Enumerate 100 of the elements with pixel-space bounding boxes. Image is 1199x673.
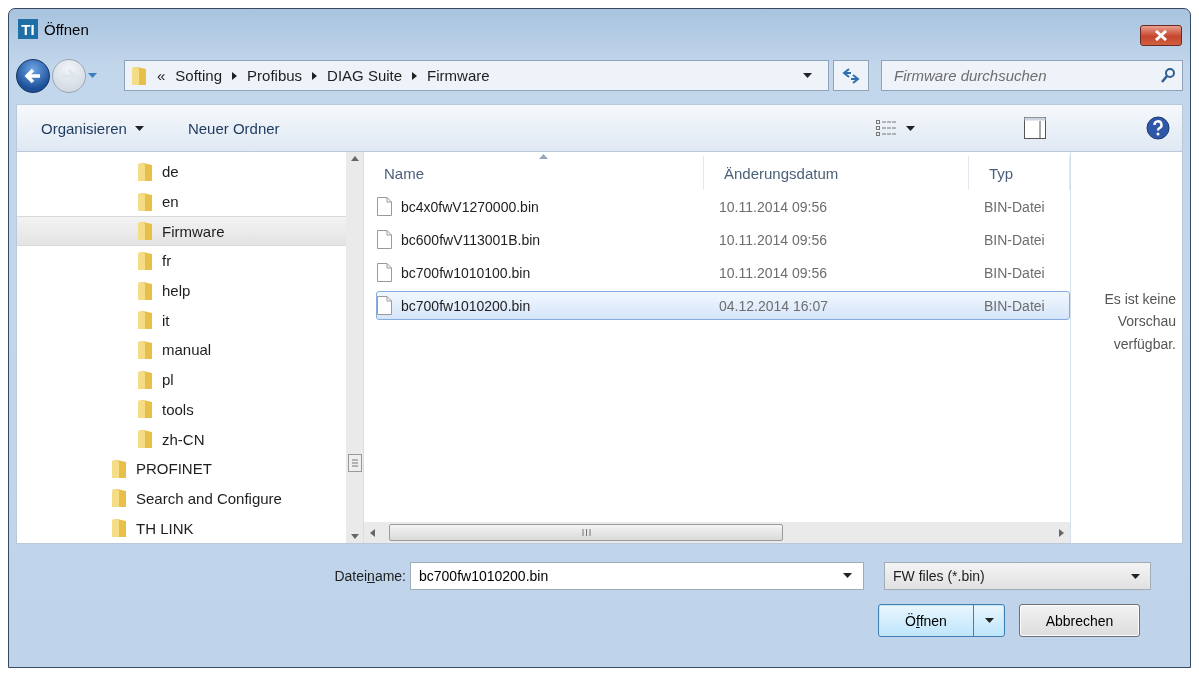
file-type: BIN-Datei [984, 231, 1046, 248]
file-type: BIN-Datei [984, 198, 1046, 215]
file-date: 10.11.2014 09:56 [719, 231, 828, 248]
folder-name: en [162, 193, 179, 211]
folder-name: de [162, 163, 179, 181]
folder-icon [111, 458, 127, 479]
scroll-thumb[interactable] [389, 524, 783, 541]
scroll-left-icon[interactable] [370, 528, 375, 537]
separator-arrow-icon [312, 71, 318, 80]
scroll-right-icon[interactable] [1059, 528, 1064, 537]
folder-icon [137, 191, 153, 212]
caret-icon [134, 125, 144, 131]
column-header[interactable]: Name [364, 156, 704, 190]
file-type-dropdown[interactable]: FW files (*.bin) [884, 562, 1151, 590]
folder-name: zh-CN [162, 430, 205, 448]
folder-name: help [162, 282, 191, 300]
folder-name: Firmware [162, 222, 225, 240]
back-arrow-icon [24, 67, 42, 84]
file-icon [377, 296, 392, 315]
tree-item[interactable]: de [17, 157, 346, 187]
refresh-icon [842, 67, 860, 84]
vertical-scrollbar[interactable] [346, 152, 363, 543]
view-options-icon[interactable] [876, 120, 916, 136]
file-row[interactable]: bc700fw1010100.bin 10.11.2014 09:56 BIN-Datei [376, 258, 1070, 287]
folder-icon [137, 399, 153, 420]
caret-icon [984, 618, 994, 623]
toolbar-button[interactable]: Neuer Ordner [187, 115, 280, 141]
tree-item[interactable]: Firmware [17, 216, 346, 247]
separator-arrow-icon [412, 71, 418, 80]
folder-name: Search and Configure [136, 489, 282, 507]
file-date: 10.11.2014 09:56 [719, 264, 828, 281]
tree-item[interactable]: pl [17, 364, 346, 395]
history-caret-icon [88, 73, 97, 78]
tree-item[interactable]: tools [17, 394, 346, 425]
file-row[interactable]: bc700fw1010200.bin 04.12.2014 16:07 BIN-Datei [376, 291, 1070, 320]
folder-icon [137, 339, 153, 360]
close-button[interactable] [1140, 25, 1182, 46]
tree-item[interactable]: manual [17, 335, 346, 365]
folder-icon [137, 221, 153, 242]
overflow-chevron[interactable]: « [157, 67, 166, 84]
folder-name: PROFINET [136, 460, 212, 478]
filename-label: Dateiname: [333, 568, 406, 584]
folder-icon [111, 488, 127, 509]
window-title: Öffnen [44, 20, 90, 38]
filename-field[interactable]: bc700fw1010200.bin [410, 562, 864, 590]
scroll-thumb[interactable] [347, 454, 362, 472]
folder-icon [131, 65, 147, 86]
tree-item[interactable]: help [17, 275, 346, 306]
scroll-up-icon[interactable] [350, 156, 359, 161]
file-type: BIN-Datei [984, 297, 1046, 314]
breadcrumb[interactable]: Firmware [427, 67, 490, 84]
tree-item[interactable]: TH LINK [17, 513, 346, 543]
tree-item[interactable]: fr [17, 246, 346, 276]
cancel-button[interactable]: Abbrechen [1019, 604, 1140, 637]
file-name: bc700fw1010100.bin [401, 264, 531, 281]
separator-arrow-icon [232, 71, 238, 80]
file-row[interactable]: bc4x0fwV1270000.bin 10.11.2014 09:56 BIN-Datei [376, 192, 1070, 221]
folder-icon [137, 280, 153, 301]
tree-item[interactable]: it [17, 305, 346, 336]
file-date: 10.11.2014 09:56 [719, 198, 828, 215]
breadcrumb[interactable]: DIAG Suite [327, 67, 403, 84]
folder-icon [137, 369, 153, 390]
tree-item[interactable]: en [17, 186, 346, 217]
toolbar-button[interactable]: Organisieren [41, 115, 144, 141]
scroll-down-icon[interactable] [350, 534, 359, 539]
file-row[interactable]: bc600fwV113001B.bin 10.11.2014 09:56 BIN-Datei [376, 225, 1070, 254]
file-name: bc4x0fwV1270000.bin [401, 198, 539, 215]
file-date: 04.12.2014 16:07 [719, 297, 829, 314]
app-logo: TI [18, 19, 38, 39]
file-name: bc700fw1010200.bin [401, 297, 531, 314]
no-preview-message: Es ist keine Vorschau verfügbar. [1103, 290, 1176, 354]
file-icon [377, 230, 392, 249]
help-icon[interactable] [1146, 116, 1170, 140]
file-name: bc600fwV113001B.bin [401, 231, 541, 248]
grip-icon [581, 529, 591, 536]
folder-icon [137, 310, 153, 331]
column-header[interactable]: Typ [969, 156, 1070, 190]
folder-name: fr [162, 252, 172, 270]
breadcrumb[interactable]: Profibus [247, 67, 303, 84]
horizontal-scrollbar[interactable] [364, 522, 1070, 543]
back-button[interactable] [16, 58, 50, 93]
file-icon [377, 263, 392, 282]
refresh-button[interactable] [833, 60, 869, 91]
tree-item[interactable]: zh-CN [17, 424, 346, 454]
open-button[interactable]: Öffnen [878, 604, 1005, 637]
address-bar[interactable]: « Softing Profibus DIAG Suite Firmware [124, 60, 829, 91]
preview-pane-icon[interactable] [1024, 117, 1046, 139]
dropdown-caret-icon [803, 73, 812, 78]
file-icon [377, 197, 392, 216]
search-field[interactable]: Firmware durchsuchen [881, 60, 1183, 91]
tree-item[interactable]: Search and Configure [17, 483, 346, 514]
column-header[interactable]: Änderungsdatum [704, 156, 969, 190]
folder-name: pl [162, 371, 174, 389]
folder-name: TH LINK [136, 519, 194, 537]
dropdown-caret-icon [843, 573, 852, 578]
breadcrumb[interactable]: Softing [175, 67, 223, 84]
file-type: BIN-Datei [984, 264, 1046, 281]
search-icon [1161, 68, 1175, 83]
folder-name: it [162, 311, 170, 329]
tree-item[interactable]: PROFINET [17, 453, 346, 484]
